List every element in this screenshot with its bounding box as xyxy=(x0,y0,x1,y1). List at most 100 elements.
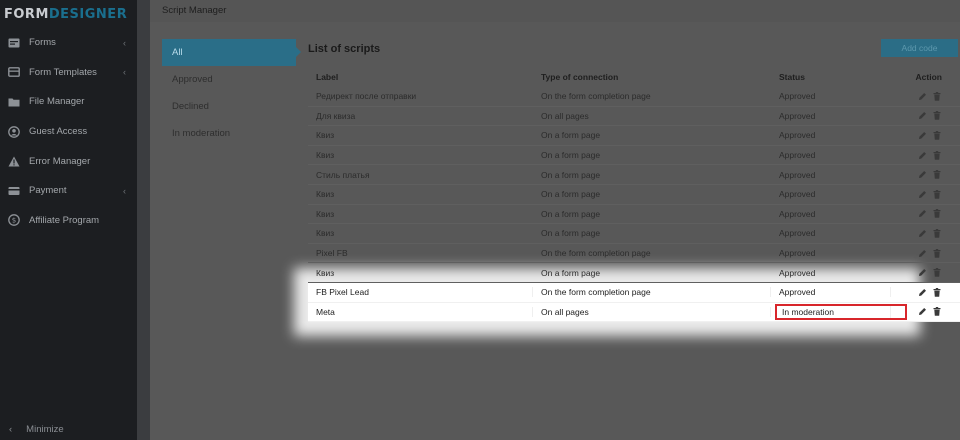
filter-in-moderation[interactable]: In moderation xyxy=(162,120,296,147)
minimize-button[interactable]: ‹ Minimize xyxy=(0,418,137,440)
sidebar-item-label: Affiliate Program xyxy=(29,214,100,226)
filter-declined[interactable]: Declined xyxy=(162,93,296,120)
sidebar-item-guest-access[interactable]: Guest Access xyxy=(0,117,137,147)
delete-trash-icon[interactable] xyxy=(932,228,941,238)
delete-trash-icon[interactable] xyxy=(932,91,941,101)
table-row: Meta On all pages In moderation xyxy=(308,302,960,323)
sidebar-item-label: Payment xyxy=(29,185,67,197)
table-row: Квиз On a form page Approved xyxy=(308,146,960,166)
row-connection-type: On a form page xyxy=(541,130,601,141)
row-actions xyxy=(891,130,960,140)
edit-pencil-icon[interactable] xyxy=(918,92,927,101)
svg-text:$: $ xyxy=(12,217,16,225)
add-code-button[interactable]: Add code xyxy=(881,39,958,57)
sidebar-item-form-templates[interactable]: Form Templates ‹ xyxy=(0,58,137,88)
delete-trash-icon[interactable] xyxy=(932,209,941,219)
sidebar-item-affiliate-program[interactable]: $ Affiliate Program xyxy=(0,206,137,236)
row-status-cell: In moderation xyxy=(771,303,907,320)
row-status-cell: Approved xyxy=(771,209,891,219)
sidebar-item-label: Form Templates xyxy=(29,66,97,78)
row-connection-type: On a form page xyxy=(541,267,601,278)
row-status-cell: Approved xyxy=(771,170,891,180)
sidebar-item-forms[interactable]: Forms ‹ xyxy=(0,28,137,58)
delete-trash-icon[interactable] xyxy=(932,130,941,140)
row-connection-type: On a form page xyxy=(541,169,601,180)
edit-pencil-icon[interactable] xyxy=(918,307,927,316)
edit-pencil-icon[interactable] xyxy=(918,131,927,140)
row-connection-type: On a form page xyxy=(541,150,601,161)
row-actions xyxy=(891,228,960,238)
minimize-label: Minimize xyxy=(26,423,64,435)
row-actions xyxy=(891,287,960,297)
row-label: Для квиза xyxy=(316,110,356,121)
column-header-label: Label xyxy=(316,72,339,82)
table-row: Квиз On a form page Approved xyxy=(308,205,960,225)
status-text: Approved xyxy=(779,228,816,239)
top-bar: Script Manager xyxy=(150,0,960,22)
row-label: Квиз xyxy=(316,189,335,200)
page-title: Script Manager xyxy=(162,5,227,16)
row-connection-type: On the form completion page xyxy=(533,287,771,298)
edit-pencil-icon[interactable] xyxy=(918,268,927,277)
edit-pencil-icon[interactable] xyxy=(918,288,927,297)
status-text: Approved xyxy=(779,150,816,161)
edit-pencil-icon[interactable] xyxy=(918,190,927,199)
sidebar-item-error-manager[interactable]: Error Manager xyxy=(0,146,137,176)
delete-trash-icon[interactable] xyxy=(932,170,941,179)
filter-approved[interactable]: Approved xyxy=(162,66,296,93)
delete-trash-icon[interactable] xyxy=(932,150,941,160)
status-text: Approved xyxy=(779,189,816,200)
status-filter-list: All Approved Declined In moderation xyxy=(162,39,301,147)
row-connection-type: On a form page xyxy=(541,208,601,219)
row-status-cell: Approved xyxy=(771,111,891,121)
table-row: Квиз On a form page Approved xyxy=(308,126,960,146)
table-row: Стиль платья On a form page Approved xyxy=(308,165,960,185)
row-label: Редирект после отправки xyxy=(316,91,417,102)
delete-trash-icon[interactable] xyxy=(932,111,941,121)
status-highlighted: In moderation xyxy=(775,303,907,320)
edit-pencil-icon[interactable] xyxy=(918,151,927,160)
delete-trash-icon[interactable] xyxy=(932,287,941,297)
edit-pencil-icon[interactable] xyxy=(918,249,927,258)
row-actions xyxy=(891,150,960,160)
row-connection-type: On all pages xyxy=(533,306,771,317)
folder-icon xyxy=(7,96,21,108)
chevron-left-icon: ‹ xyxy=(123,67,126,78)
delete-trash-icon[interactable] xyxy=(932,307,941,317)
filter-all[interactable]: All xyxy=(162,39,301,66)
status-text: Approved xyxy=(779,208,816,219)
sidebar-item-payment[interactable]: Payment ‹ xyxy=(0,176,137,206)
forms-icon xyxy=(7,37,21,49)
logo-text-form: FORM xyxy=(4,6,49,22)
sidebar-item-file-manager[interactable]: File Manager xyxy=(0,87,137,117)
app-logo[interactable]: FORM DESIGNER xyxy=(0,0,137,28)
delete-trash-icon[interactable] xyxy=(932,268,941,277)
delete-trash-icon[interactable] xyxy=(932,189,941,199)
warning-icon xyxy=(7,155,21,167)
row-label: Квиз xyxy=(316,150,335,161)
dollar-icon: $ xyxy=(7,214,21,227)
logo-text-designer: DESIGNER xyxy=(48,6,128,22)
row-label: Стиль платья xyxy=(316,169,370,180)
row-status-cell: Approved xyxy=(771,228,891,238)
templates-icon xyxy=(7,66,21,78)
table-row: Редирект после отправки On the form compl… xyxy=(308,87,960,107)
edit-pencil-icon[interactable] xyxy=(918,209,927,218)
edit-pencil-icon[interactable] xyxy=(918,111,927,120)
row-label: Meta xyxy=(308,306,533,317)
status-text: Approved xyxy=(779,110,816,121)
row-connection-type: On the form completion page xyxy=(541,248,651,259)
row-status-cell: Approved xyxy=(771,130,891,140)
row-connection-type: On a form page xyxy=(541,228,601,239)
row-actions xyxy=(891,111,960,121)
delete-trash-icon[interactable] xyxy=(932,248,941,258)
row-status-cell: Approved xyxy=(771,287,891,298)
chevron-left-icon: ‹ xyxy=(9,423,13,435)
edit-pencil-icon[interactable] xyxy=(918,170,927,179)
edit-pencil-icon[interactable] xyxy=(918,229,927,238)
scripts-table: Label Type of connection Status Action Р… xyxy=(308,67,960,323)
column-header-type: Type of connection xyxy=(541,72,619,82)
row-label: FB Pixel Lead xyxy=(308,287,533,298)
table-row: Квиз On a form page Approved xyxy=(308,263,960,283)
sidebar-item-label: Error Manager xyxy=(29,155,91,167)
